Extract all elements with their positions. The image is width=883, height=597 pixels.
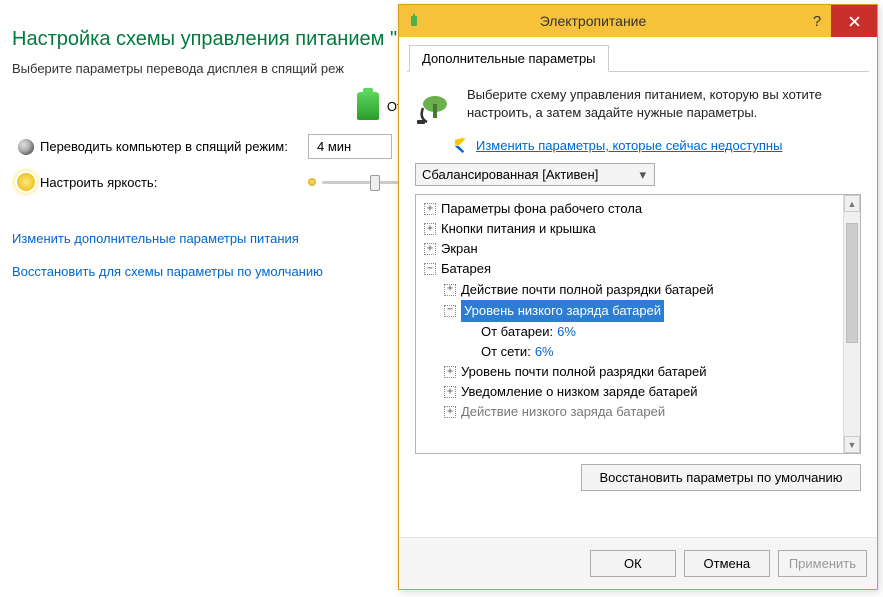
elevate-link-row: Изменить параметры, которые сейчас недос… — [407, 138, 869, 163]
change-unavailable-link[interactable]: Изменить параметры, которые сейчас недос… — [476, 138, 782, 153]
ok-button[interactable]: ОК — [590, 550, 676, 577]
power-icon — [407, 13, 423, 29]
tree-node-desktop-bg[interactable]: +Параметры фона рабочего стола — [418, 199, 858, 219]
intro-text: Выберите схему управления питанием, кото… — [467, 86, 861, 126]
help-button[interactable]: ? — [803, 13, 831, 30]
scroll-down-button[interactable]: ▼ — [844, 436, 860, 453]
tree-scrollbar[interactable]: ▲ ▼ — [843, 195, 860, 453]
dialog-footer: ОК Отмена Применить — [399, 537, 877, 589]
expand-icon[interactable]: + — [424, 243, 436, 255]
brightness-slider[interactable] — [308, 178, 408, 186]
tree-node-low-action[interactable]: +Действие низкого заряда батарей — [418, 402, 858, 422]
expand-icon[interactable]: + — [444, 284, 456, 296]
tab-advanced[interactable]: Дополнительные параметры — [409, 45, 609, 72]
power-options-dialog: Электропитание ? Дополнительные параметр… — [398, 4, 878, 590]
restore-plan-defaults-button[interactable]: Восстановить параметры по умолчанию — [581, 464, 861, 491]
tree-node-battery[interactable]: −Батарея — [418, 259, 858, 279]
brightness-label: Настроить яркость: — [40, 175, 308, 190]
scroll-thumb[interactable] — [846, 223, 858, 343]
tree-leaf-on-battery[interactable]: От батареи:6% — [418, 322, 858, 342]
slider-thumb[interactable] — [370, 175, 380, 191]
tree-node-display[interactable]: +Экран — [418, 239, 858, 259]
sleep-timeout-combo[interactable]: 4 мин — [308, 134, 392, 159]
cancel-button[interactable]: Отмена — [684, 550, 770, 577]
expand-icon[interactable]: + — [424, 203, 436, 215]
brightness-low-icon — [308, 178, 316, 186]
scroll-up-button[interactable]: ▲ — [844, 195, 860, 212]
expand-icon[interactable]: + — [444, 366, 456, 378]
tree-node-critical-level[interactable]: +Уровень почти полной разрядки батарей — [418, 362, 858, 382]
expand-icon[interactable]: + — [424, 223, 436, 235]
close-button[interactable] — [831, 5, 877, 37]
collapse-icon[interactable]: − — [444, 305, 456, 317]
expand-icon[interactable]: + — [444, 386, 456, 398]
tree-leaf-plugged-in[interactable]: От сети:6% — [418, 342, 858, 362]
sun-icon — [17, 173, 35, 191]
moon-icon — [18, 139, 34, 155]
battery-icon — [357, 92, 379, 120]
tree-node-low-level[interactable]: −Уровень низкого заряда батарей — [418, 300, 858, 322]
dialog-body: Дополнительные параметры Выберите схему … — [399, 37, 877, 537]
dialog-title: Электропитание — [423, 13, 803, 29]
dialog-titlebar[interactable]: Электропитание ? — [399, 5, 877, 37]
settings-tree: +Параметры фона рабочего стола +Кнопки п… — [415, 194, 861, 454]
tab-strip: Дополнительные параметры — [407, 45, 869, 72]
intro-row: Выберите схему управления питанием, кото… — [407, 80, 869, 138]
tree-node-low-notification[interactable]: +Уведомление о низком заряде батарей — [418, 382, 858, 402]
expand-icon[interactable]: + — [444, 406, 456, 418]
tree-node-critical-action[interactable]: +Действие почти полной разрядки батарей — [418, 280, 858, 300]
power-plan-icon — [415, 86, 455, 126]
tree-node-power-buttons[interactable]: +Кнопки питания и крышка — [418, 219, 858, 239]
uac-shield-icon — [455, 138, 470, 153]
sleep-label: Переводить компьютер в спящий режим: — [40, 139, 308, 154]
power-plan-select[interactable]: Сбалансированная [Активен] — [415, 163, 655, 186]
collapse-icon[interactable]: − — [424, 263, 436, 275]
apply-button[interactable]: Применить — [778, 550, 867, 577]
